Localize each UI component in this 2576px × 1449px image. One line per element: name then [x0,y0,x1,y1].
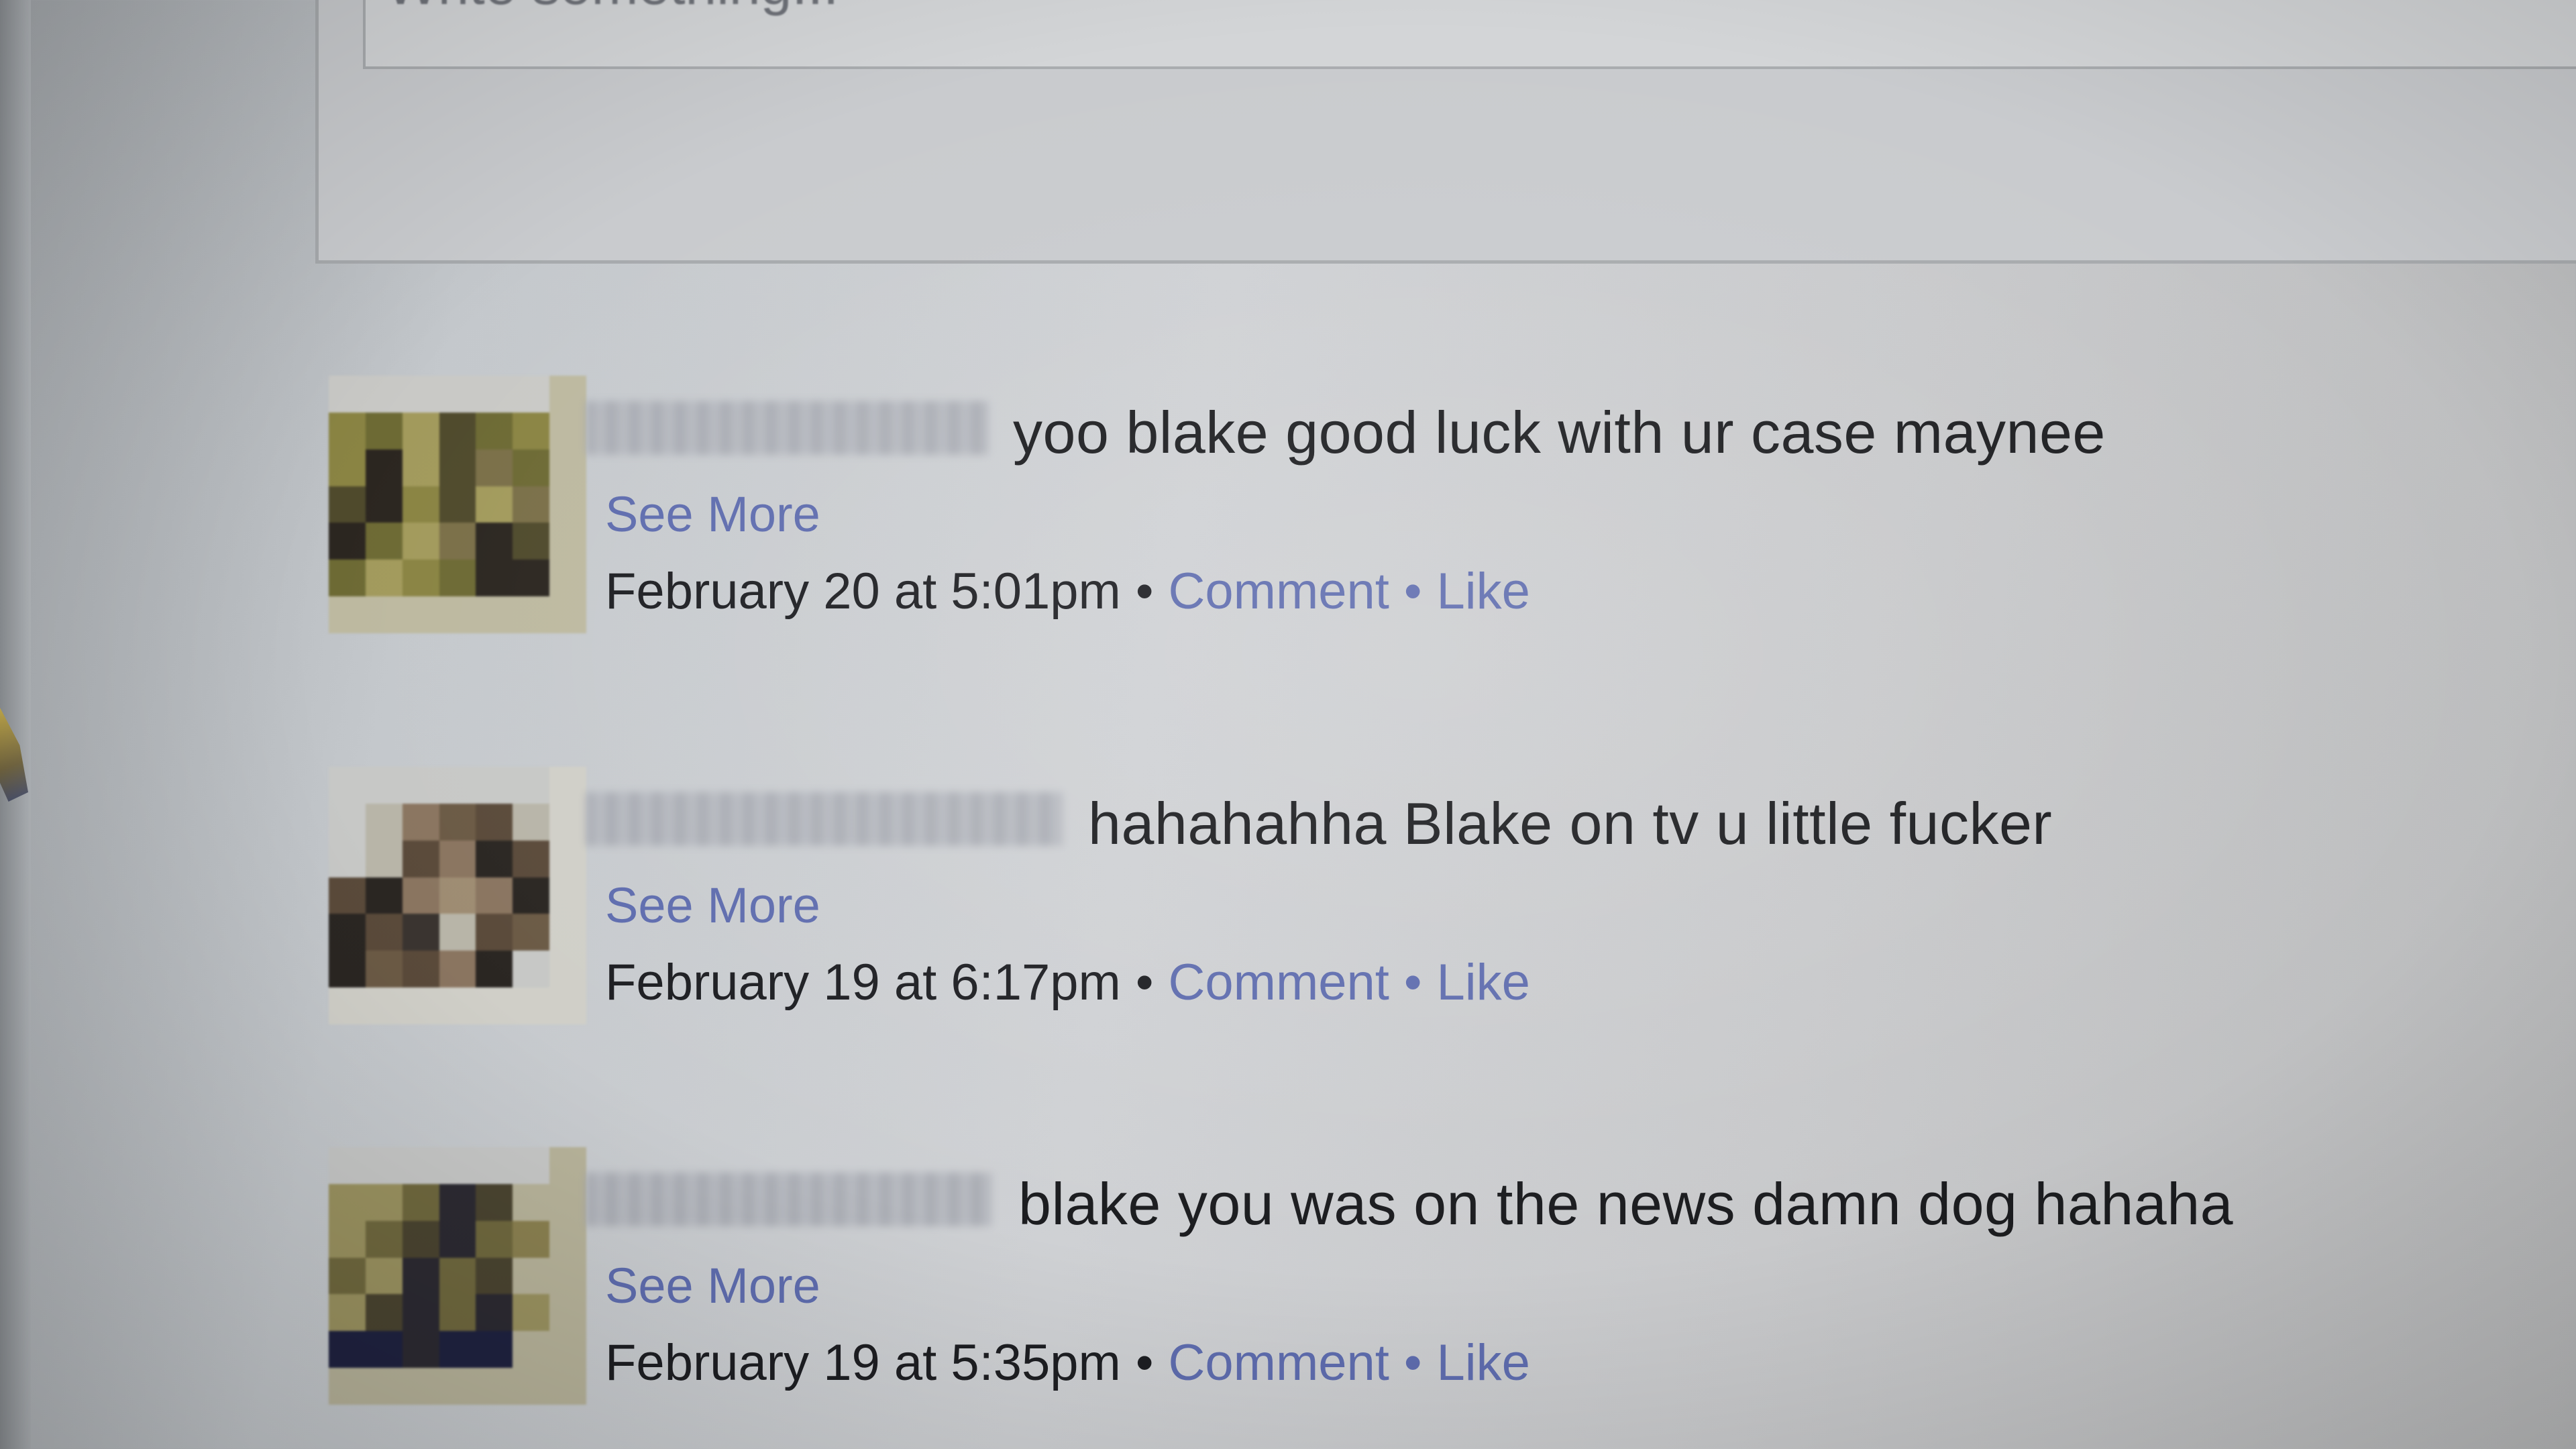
separator: • [1135,954,1154,1011]
post-timestamp[interactable]: February 19 at 6:17pm [605,954,1121,1011]
avatar[interactable] [329,376,586,633]
comment-link[interactable]: Comment [1168,563,1389,620]
separator: • [1403,563,1422,620]
see-more-link[interactable]: See More [605,877,820,934]
author-name-redacted[interactable] [586,401,989,455]
wall-post: blake you was on the news damn dog hahah… [329,1147,2408,1429]
separator: • [1135,1334,1154,1391]
post-meta: February 19 at 6:17pm • Comment • Like [605,953,1530,1012]
author-name-redacted[interactable] [586,792,1063,846]
like-link[interactable]: Like [1437,1334,1530,1391]
avatar[interactable] [329,767,586,1024]
see-more-link[interactable]: See More [605,1257,820,1314]
separator: • [1403,954,1422,1011]
like-link[interactable]: Like [1437,954,1530,1011]
wall-post: hahahahha Blake on tv u little fucker Se… [329,767,2408,1049]
separator: • [1135,563,1154,620]
wall-post: yoo blake good luck with ur case maynee … [329,376,2408,657]
wall-composer: Write something... [315,0,2576,264]
comment-link[interactable]: Comment [1168,954,1389,1011]
see-more-link[interactable]: See More [605,486,820,543]
post-meta: February 19 at 5:35pm • Comment • Like [605,1334,1530,1392]
author-name-redacted[interactable] [586,1173,992,1226]
separator: • [1403,1334,1422,1391]
post-text: hahahahha Blake on tv u little fucker [1088,790,2053,857]
composer-placeholder: Write something... [386,0,839,17]
like-link[interactable]: Like [1437,563,1530,620]
post-text: yoo blake good luck with ur case maynee [1013,399,2106,466]
post-timestamp[interactable]: February 19 at 5:35pm [605,1334,1121,1391]
post-meta: February 20 at 5:01pm • Comment • Like [605,562,1530,621]
post-text: blake you was on the news damn dog hahah… [1018,1171,2234,1237]
comment-link[interactable]: Comment [1168,1334,1389,1391]
composer-input[interactable]: Write something... [363,0,2576,69]
avatar[interactable] [329,1147,586,1405]
post-timestamp[interactable]: February 20 at 5:01pm [605,563,1121,620]
